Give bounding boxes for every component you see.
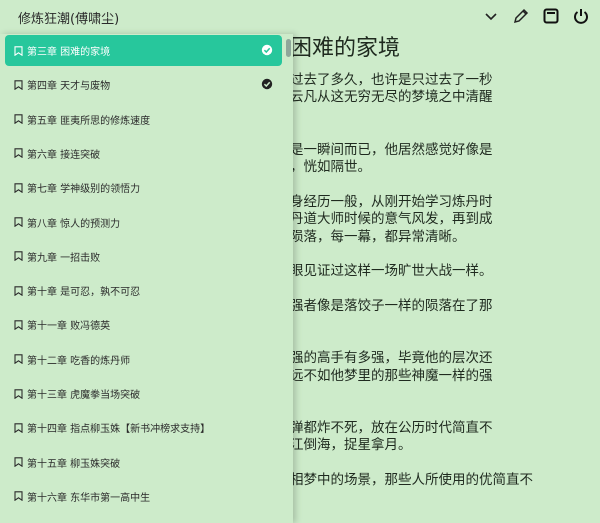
chapter-label: 第六章 接连突破 [27,149,101,161]
chapter-label: 第十一章 败冯德英 [27,321,111,333]
bookmark-icon [14,285,23,296]
chapter-heading: 困难的家境 [290,36,401,61]
chevron-down-icon[interactable] [482,7,500,25]
chapter-item[interactable]: 第十三章 虎魔拳当场突破 [5,378,282,409]
chapter-label: 第三章 困难的家境 [27,47,111,58]
text-line: 身经历一般，从刚开始学习炼丹时 [290,193,493,210]
chapter-item[interactable]: 第十二章 吃香的炼丹师 [5,344,282,375]
chapter-item[interactable]: 第十五章 柳玉姝突破 [5,447,282,478]
chapter-label: 第九章 一招击败 [27,252,101,264]
chapter-item[interactable]: 第四章 天才与废物 [5,69,282,100]
reading-content: 困难的家境 过去了多久，也许是只过去了一秒 云凡从这无穷无尽的梦境之中清醒 是一瞬间… [290,34,600,523]
chapter-item[interactable]: 第十章 是可忍，孰不可忍 [5,275,282,306]
bookmark-icon [14,148,23,159]
text-line: 弹都炸不死，放在公历时代简直不 [290,420,493,436]
text-line: 强的高手有多强，毕竟他的层次还 [290,350,493,367]
chapter-item[interactable]: 第九章 一招击败 [5,241,282,272]
chapter-item[interactable]: 第五章 匪夷所思的修炼速度 [5,104,282,135]
text-line: 江倒海，捉星拿月。 [290,437,412,454]
text-line: 相梦中的场景，那些人所使用的优简直不 [290,472,533,489]
chapter-label: 第十四章 指点柳玉姝【新书冲榜求支持】 [27,424,211,436]
chapter-label: 第七章 学神级别的领悟力 [27,184,141,196]
chapter-label: 第十二章 吃香的炼丹师 [27,355,131,367]
chapter-item[interactable]: 第八章 惊人的预测力 [5,207,282,238]
chapter-label: 第八章 惊人的预测力 [27,218,121,230]
fullscreen-icon[interactable] [542,7,560,25]
pen-icon[interactable] [512,7,530,25]
bookmark-icon [14,320,23,330]
bookmark-icon [14,423,23,433]
chapter-label: 第十章 是可忍，孰不可忍 [27,287,141,299]
chapter-label: 第十三章 虎魔拳当场突破 [27,390,141,401]
chapter-label: 第五章 匪夷所思的修炼速度 [27,115,151,127]
text-line: 眼见证过这样一场旷世大战一样。 [290,263,493,280]
bookmark-icon [14,80,23,90]
chapter-label: 第十六章 东华市第一高中生 [27,492,151,504]
text-line: 强者像是落饺子一样的陨落在了那 [290,298,493,315]
power-icon[interactable] [572,7,590,25]
text-line: 陨落，每一幕，都异常清晰。 [290,228,466,245]
bookmark-icon [14,217,23,227]
text-line: 云凡从这无穷无尽的梦境之中清醒 [290,89,493,106]
chapter-label: 第十五章 柳玉姝突破 [27,458,121,470]
chapter-item[interactable]: 第六章 接连突破 [5,138,282,169]
check-icon [261,44,273,56]
bookmark-icon [14,388,23,399]
check-icon [261,78,273,90]
text-line: 过去了多久，也许是只过去了一秒 [290,72,493,88]
bookmark-icon [14,354,23,365]
bookmark-icon [14,491,23,502]
chapter-item[interactable]: 第十一章 败冯德英 [5,309,282,340]
window-controls [482,7,590,25]
chapter-item[interactable]: 第十四章 指点柳玉姝【新书冲榜求支持】 [5,412,282,443]
window-title: 修炼狂潮(傅啸尘) [18,12,120,27]
chapter-list-sidebar[interactable]: 第三章 困难的家境 第四章 天才与废物 第五章 匪夷所思的修炼速度 第六章 接连突破第… [0,34,293,523]
text-line: ，恍如隔世。 [290,159,371,175]
bookmark-icon [14,251,23,262]
text-line: 是一瞬间而已，他居然感觉好像是 [290,141,493,158]
chapter-item[interactable]: 第三章 困难的家境 [5,35,282,66]
bookmark-icon [14,114,23,125]
bookmark-icon [14,457,23,468]
scrollbar-thumb[interactable] [286,39,291,57]
title-bar: 修炼狂潮(傅啸尘) [0,0,600,34]
text-line: 丹道大师时候的意气风发，再到成 [290,211,493,228]
text-line: 远不如他梦里的那些神魔一样的强 [290,367,493,384]
chapter-item[interactable]: 第七章 学神级别的领悟力 [5,172,282,203]
chapter-label: 第四章 天才与废物 [27,81,111,93]
bookmark-icon [14,45,23,56]
bookmark-icon [14,182,23,193]
chapter-item[interactable]: 第十六章 东华市第一高中生 [5,481,282,512]
